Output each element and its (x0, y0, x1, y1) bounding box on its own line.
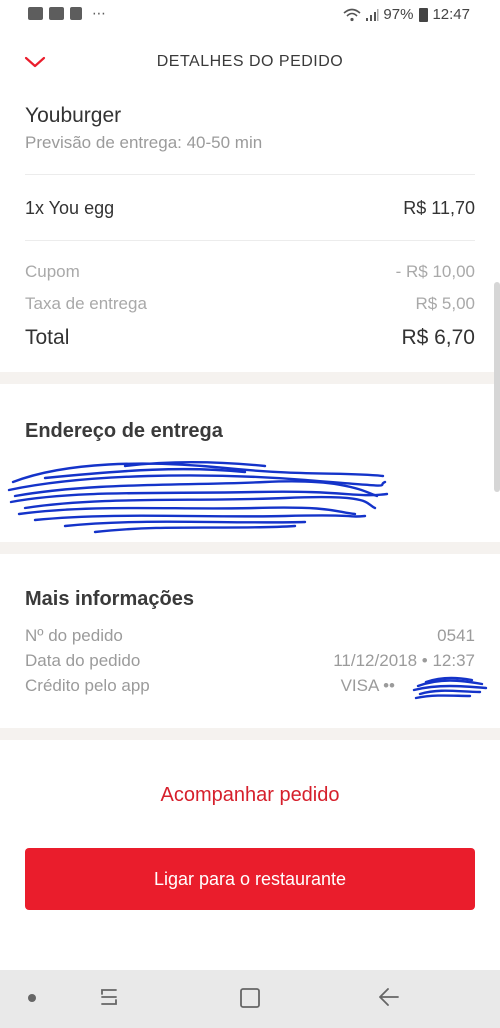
recent-apps-icon[interactable] (98, 986, 120, 1008)
signal-icon (366, 8, 379, 21)
navigation-bar (0, 970, 500, 1028)
section-separator (0, 728, 500, 740)
system-status: 97% 12:47 (343, 6, 470, 23)
order-date-row: Data do pedido 11/12/2018 • 12:37 (25, 651, 475, 671)
order-number-label: Nº do pedido (25, 626, 123, 645)
scrollbar-thumb[interactable] (494, 282, 500, 492)
home-icon[interactable] (238, 986, 262, 1010)
coupon-value: - R$ 10,00 (395, 262, 475, 281)
payment-label: Crédito pelo app (25, 676, 150, 695)
order-number-value: 0541 (437, 626, 475, 645)
address-redaction-scribble (7, 461, 389, 534)
battery-icon (419, 7, 429, 22)
delivery-fee-value: R$ 5,00 (415, 294, 475, 313)
coupon-row: Cupom - R$ 10,00 (25, 262, 475, 282)
header: DETALHES DO PEDIDO (0, 40, 500, 86)
divider (25, 240, 475, 241)
payment-value: VISA •• (340, 676, 395, 695)
restaurant-name: Youburger (25, 104, 122, 127)
order-date-label: Data do pedido (25, 651, 141, 670)
back-arrow-icon[interactable] (377, 986, 401, 1008)
card-number-redaction-scribble (412, 676, 488, 700)
order-number-row: Nº do pedido 0541 (25, 626, 475, 646)
more-notifications-icon: ⋯ (92, 5, 107, 21)
order-item-row: 1x You egg R$ 11,70 (25, 198, 475, 219)
status-bar: ⋯ 97% 12:47 (0, 0, 500, 30)
delivery-eta: Previsão de entrega: 40-50 min (25, 133, 263, 152)
order-item-label: 1x You egg (25, 198, 115, 218)
delivery-fee-row: Taxa de entrega R$ 5,00 (25, 294, 475, 314)
section-separator (0, 372, 500, 384)
notification-icons: ⋯ (28, 5, 107, 21)
total-label: Total (25, 326, 70, 349)
battery-percent: 97% (383, 6, 414, 23)
total-value: R$ 6,70 (401, 326, 475, 349)
wifi-icon (343, 8, 361, 21)
coupon-label: Cupom (25, 262, 80, 281)
order-item-price: R$ 11,70 (403, 198, 475, 218)
facebook-icon (70, 7, 82, 20)
order-date-value: 11/12/2018 • 12:37 (333, 651, 475, 670)
address-section-title: Endereço de entrega (25, 420, 223, 442)
payment-row: Crédito pelo app VISA •• (25, 676, 475, 696)
page-title: DETALHES DO PEDIDO (156, 53, 344, 70)
clock: 12:47 (432, 6, 470, 23)
delivery-fee-label: Taxa de entrega (25, 294, 147, 313)
info-section-title: Mais informações (25, 588, 194, 610)
track-order-link[interactable]: Acompanhar pedido (0, 784, 500, 807)
section-separator (0, 542, 500, 554)
total-row: Total R$ 6,70 (25, 326, 475, 350)
call-restaurant-button[interactable]: Ligar para o restaurante (25, 848, 475, 910)
divider (25, 174, 475, 175)
nav-dot-icon[interactable] (28, 994, 36, 1002)
gmail-icon (28, 7, 43, 20)
outlook-icon (49, 7, 64, 20)
